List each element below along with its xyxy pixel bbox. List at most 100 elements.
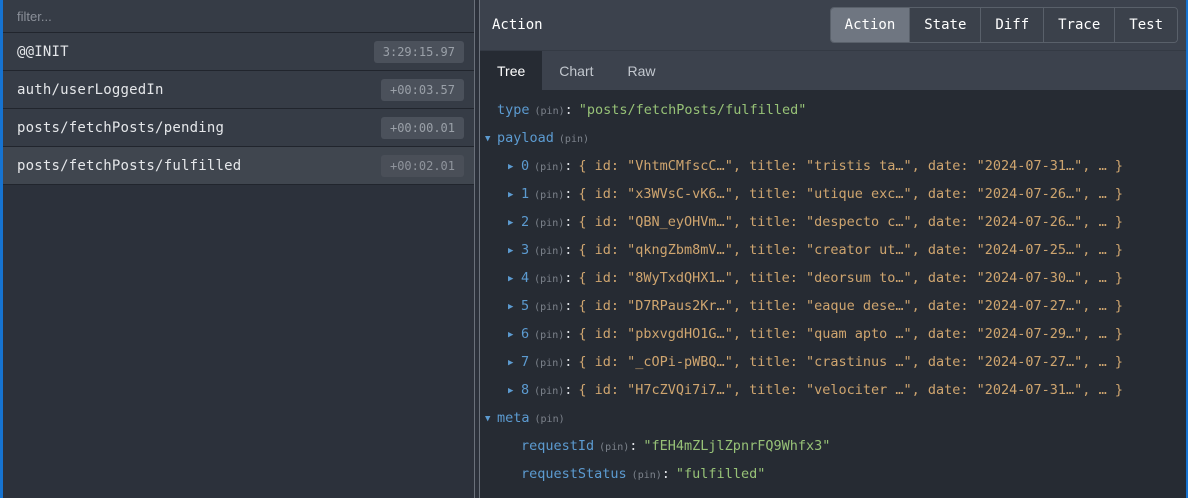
tree-node-meta[interactable]: ▼ meta (pin)	[480, 404, 1186, 432]
colon: :	[564, 270, 572, 286]
expand-arrow-icon[interactable]: ▶	[508, 153, 513, 181]
action-list-item-selected[interactable]: posts/fetchPosts/fulfilled +00:02.01	[3, 147, 474, 185]
node-value: "fulfilled"	[676, 466, 765, 482]
inspector-tab-group: Action State Diff Trace Test	[830, 7, 1178, 43]
node-preview: { id: "D7RPaus2Kr…", title: "eaque dese……	[578, 298, 1123, 314]
node-preview: { id: "qkngZbm8mV…", title: "creator ut……	[578, 242, 1123, 258]
node-key[interactable]: 3	[521, 242, 529, 258]
node-key[interactable]: 4	[521, 270, 529, 286]
pin-button[interactable]: (pin)	[534, 190, 564, 201]
node-preview: { id: "8WyTxdQHX1…", title: "deorsum to……	[578, 270, 1123, 286]
colon: :	[565, 102, 573, 118]
filter-input[interactable]	[3, 0, 474, 32]
action-list-panel: @@INIT 3:29:15.97 auth/userLoggedIn +00:…	[3, 0, 474, 498]
action-name: posts/fetchPosts/pending	[17, 120, 224, 136]
node-key[interactable]: meta	[497, 410, 530, 426]
tab-test[interactable]: Test	[1114, 8, 1177, 42]
action-list-item[interactable]: posts/fetchPosts/pending +00:00.01	[3, 109, 474, 147]
subtab-raw[interactable]: Raw	[611, 51, 673, 90]
node-value: "posts/fetchPosts/fulfilled"	[579, 102, 807, 118]
colon: :	[564, 214, 572, 230]
colon: :	[564, 382, 572, 398]
collapse-arrow-icon[interactable]: ▼	[485, 405, 490, 433]
colon: :	[564, 298, 572, 314]
expand-arrow-icon[interactable]: ▶	[508, 349, 513, 377]
action-time-badge: +00:00.01	[381, 117, 464, 139]
node-key[interactable]: 6	[521, 326, 529, 342]
colon: :	[662, 466, 670, 482]
node-preview: { id: "_cOPi-pWBQ…", title: "crastinus ……	[578, 354, 1123, 370]
colon: :	[564, 158, 572, 174]
tab-state[interactable]: State	[909, 8, 980, 42]
action-list-item[interactable]: auth/userLoggedIn +00:03.57	[3, 71, 474, 109]
action-time-badge: +00:02.01	[381, 155, 464, 177]
tree-node-payload-item[interactable]: ▶ 7 (pin): { id: "_cOPi-pWBQ…", title: "cra…	[480, 348, 1186, 376]
expand-arrow-icon[interactable]: ▶	[508, 321, 513, 349]
expand-arrow-icon[interactable]: ▶	[508, 209, 513, 237]
action-name: auth/userLoggedIn	[17, 82, 164, 98]
pin-button[interactable]: (pin)	[535, 106, 565, 117]
node-key[interactable]: payload	[497, 130, 554, 146]
colon: :	[564, 326, 572, 342]
action-name: posts/fetchPosts/fulfilled	[17, 158, 241, 174]
colon: :	[564, 354, 572, 370]
pin-button[interactable]: (pin)	[534, 218, 564, 229]
tree-node-payload-item[interactable]: ▶ 3 (pin): { id: "qkngZbm8mV…", title: "cre…	[480, 236, 1186, 264]
tree-node-payload-item[interactable]: ▶ 5 (pin): { id: "D7RPaus2Kr…", title: "eaq…	[480, 292, 1186, 320]
node-key[interactable]: 7	[521, 354, 529, 370]
tree-node-request-status: requestStatus (pin): "fulfilled"	[480, 460, 1186, 488]
node-key[interactable]: 8	[521, 382, 529, 398]
tab-action[interactable]: Action	[831, 8, 910, 42]
node-key: requestStatus	[521, 466, 627, 482]
action-time-badge: +00:03.57	[381, 79, 464, 101]
tab-trace[interactable]: Trace	[1043, 8, 1114, 42]
expand-arrow-icon[interactable]: ▶	[508, 377, 513, 405]
node-key: requestId	[521, 438, 594, 454]
action-list-empty-area	[3, 185, 474, 498]
tree-node-payload[interactable]: ▼ payload (pin)	[480, 124, 1186, 152]
tree-node-payload-item[interactable]: ▶ 0 (pin): { id: "VhtmCMfscC…", title: "tri…	[480, 152, 1186, 180]
node-key[interactable]: 1	[521, 186, 529, 202]
pin-button[interactable]: (pin)	[632, 470, 662, 481]
colon: :	[564, 186, 572, 202]
node-preview: { id: "VhtmCMfscC…", title: "tristis ta……	[578, 158, 1123, 174]
pin-button[interactable]: (pin)	[534, 274, 564, 285]
pin-button[interactable]: (pin)	[599, 442, 629, 453]
pin-button[interactable]: (pin)	[534, 358, 564, 369]
pin-button[interactable]: (pin)	[534, 302, 564, 313]
tree-node-payload-item[interactable]: ▶ 4 (pin): { id: "8WyTxdQHX1…", title: "deo…	[480, 264, 1186, 292]
node-key: type	[497, 102, 530, 118]
node-key[interactable]: 5	[521, 298, 529, 314]
tree-node-payload-item[interactable]: ▶ 6 (pin): { id: "pbxvgdHO1G…", title: "qua…	[480, 320, 1186, 348]
node-preview: { id: "x3WVsC-vK6…", title: "utique exc……	[578, 186, 1123, 202]
node-key[interactable]: 0	[521, 158, 529, 174]
tree-node-payload-item[interactable]: ▶8(pin):{ id: "H7cZVQi7i7…", title: "vel…	[480, 376, 1186, 404]
node-value: "fEH4mZLjlZpnrFQ9Whfx3"	[643, 438, 830, 454]
collapse-arrow-icon[interactable]: ▼	[485, 125, 490, 153]
tab-diff[interactable]: Diff	[980, 8, 1043, 42]
node-preview: { id: "pbxvgdHO1G…", title: "quam apto ……	[578, 326, 1123, 342]
expand-arrow-icon[interactable]: ▶	[508, 293, 513, 321]
subtab-tree[interactable]: Tree	[480, 51, 542, 90]
pin-button[interactable]: (pin)	[534, 386, 564, 397]
node-key[interactable]: 2	[521, 214, 529, 230]
redux-devtools-inspector: @@INIT 3:29:15.97 auth/userLoggedIn +00:…	[0, 0, 1188, 498]
expand-arrow-icon[interactable]: ▶	[508, 265, 513, 293]
filter-bar	[3, 0, 474, 33]
inspector-panel: Action Action State Diff Trace Test Tree…	[480, 0, 1186, 498]
tree-node-payload-item[interactable]: ▶2(pin):{ id: "QBN_eyOHVm…", title: "des…	[480, 208, 1186, 236]
pin-button[interactable]: (pin)	[534, 162, 564, 173]
pin-button[interactable]: (pin)	[534, 330, 564, 341]
inspector-title: Action	[492, 17, 543, 33]
expand-arrow-icon[interactable]: ▶	[508, 181, 513, 209]
colon: :	[629, 438, 637, 454]
colon: :	[564, 242, 572, 258]
pin-button[interactable]: (pin)	[535, 414, 565, 425]
action-list-item[interactable]: @@INIT 3:29:15.97	[3, 33, 474, 71]
pin-button[interactable]: (pin)	[559, 134, 589, 145]
view-mode-tabs: Tree Chart Raw	[480, 50, 1186, 90]
pin-button[interactable]: (pin)	[534, 246, 564, 257]
expand-arrow-icon[interactable]: ▶	[508, 237, 513, 265]
subtab-chart[interactable]: Chart	[542, 51, 610, 90]
tree-node-payload-item[interactable]: ▶ 1 (pin): { id: "x3WVsC-vK6…", title: "uti…	[480, 180, 1186, 208]
